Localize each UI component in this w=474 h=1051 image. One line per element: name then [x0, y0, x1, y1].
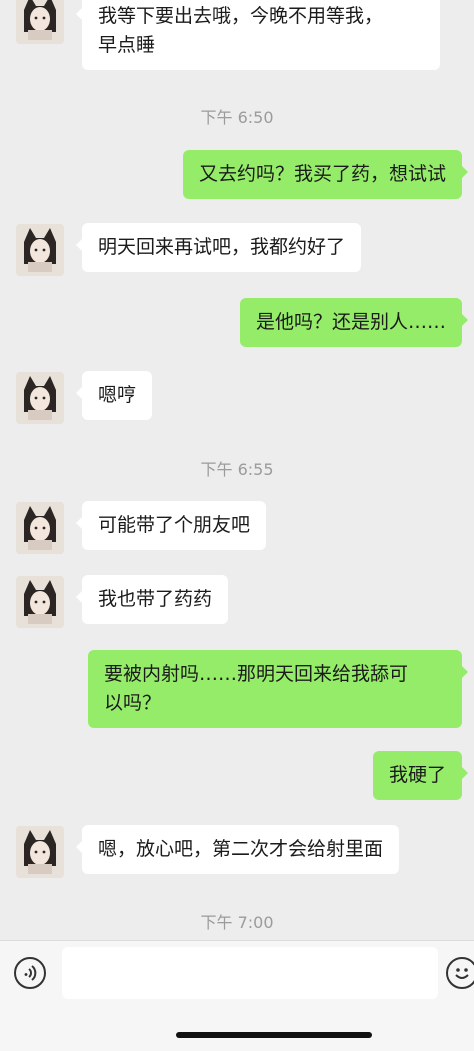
- incoming-bubble[interactable]: 我等下要出去哦，今晚不用等我， 早点睡: [76, 0, 440, 70]
- incoming-bubble[interactable]: 嗯，放心吧，第二次才会给射里面: [75, 825, 400, 874]
- outgoing-bubble[interactable]: 又去约吗？我买了药，想试试: [182, 150, 469, 199]
- avatar[interactable]: [16, 502, 64, 554]
- incoming-bubble[interactable]: 明天回来再试吧，我都约好了: [75, 223, 362, 272]
- message-input[interactable]: [62, 947, 438, 999]
- outgoing-bubble[interactable]: 我硬了: [372, 751, 469, 800]
- emoji-icon[interactable]: [446, 957, 474, 989]
- outgoing-bubble[interactable]: 是他吗？还是别人……: [239, 298, 469, 347]
- message-text: 我硬了: [388, 764, 446, 786]
- message-text: 嗯哼: [98, 384, 137, 406]
- incoming-bubble[interactable]: 嗯哼: [75, 371, 153, 420]
- message-text-line: 早点睡: [98, 34, 156, 56]
- message-text-line: 以吗？: [104, 692, 162, 714]
- chat-area[interactable]: 我等下要出去哦，今晚不用等我， 早点睡 下午 6:50 又去约吗？我买了药，想试…: [0, 0, 474, 940]
- message-text-line: 我等下要出去哦，今晚不用等我，: [98, 5, 384, 27]
- avatar[interactable]: [16, 372, 64, 424]
- message-text: 是他吗？还是别人……: [255, 311, 446, 333]
- voice-icon[interactable]: [14, 957, 46, 989]
- timestamp: 下午 6:55: [200, 460, 274, 479]
- timestamp: 下午 6:50: [200, 108, 274, 127]
- home-indicator[interactable]: [176, 1032, 372, 1038]
- avatar[interactable]: [16, 0, 64, 44]
- timestamp: 下午 7:00: [200, 913, 274, 932]
- message-text: 可能带了个朋友吧: [98, 514, 251, 536]
- message-text: 又去约吗？我买了药，想试试: [198, 163, 446, 185]
- avatar[interactable]: [16, 576, 64, 628]
- outgoing-bubble[interactable]: 要被内射吗……那明天回来给我舔可 以吗？: [88, 650, 468, 728]
- message-text: 明天回来再试吧，我都约好了: [98, 236, 346, 258]
- avatar[interactable]: [16, 826, 64, 878]
- message-text: 嗯，放心吧，第二次才会给射里面: [98, 838, 384, 860]
- incoming-bubble[interactable]: 可能带了个朋友吧: [75, 501, 267, 550]
- incoming-bubble[interactable]: 我也带了药药: [75, 575, 229, 624]
- avatar[interactable]: [16, 224, 64, 276]
- message-text-line: 要被内射吗……那明天回来给我舔可: [104, 663, 409, 685]
- message-text: 我也带了药药: [98, 588, 213, 610]
